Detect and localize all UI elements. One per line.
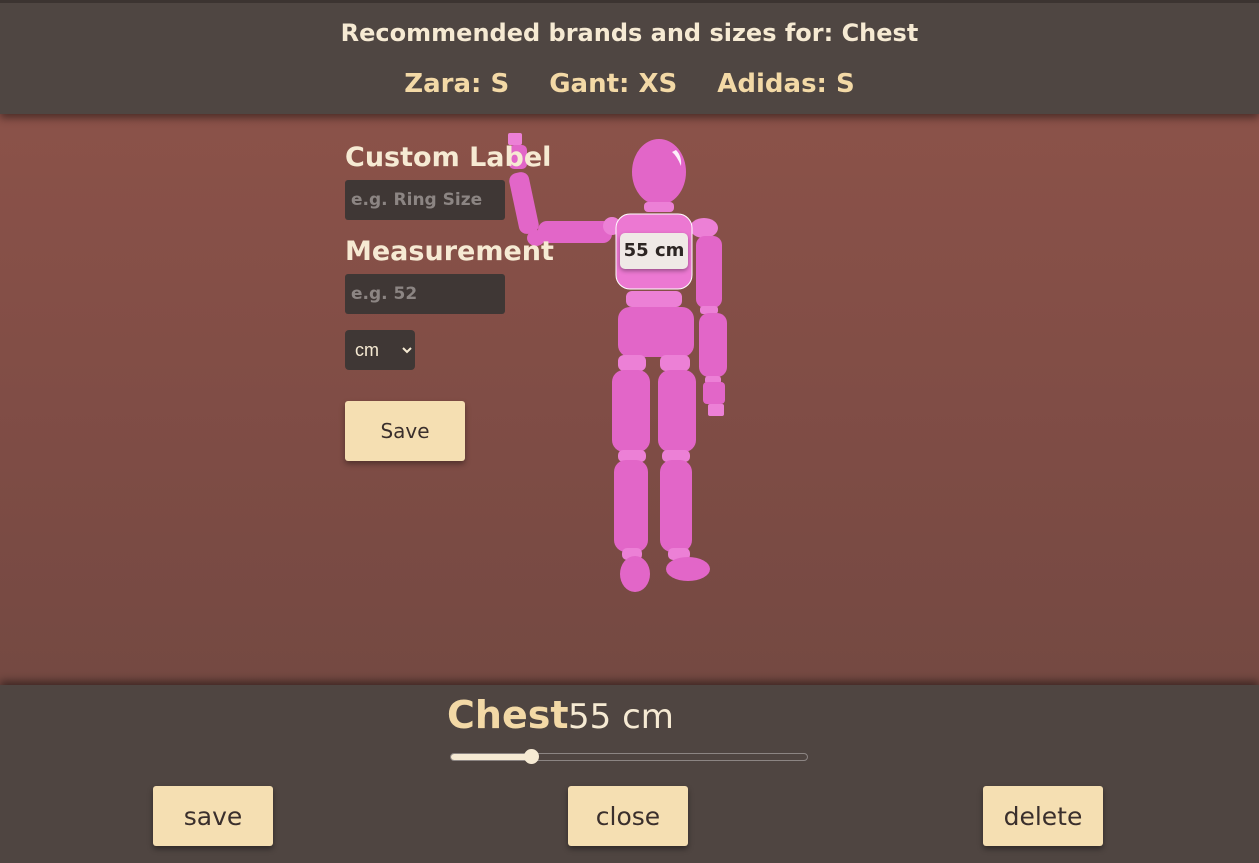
brand-size-item: Zara: S: [404, 69, 510, 99]
custom-label-heading: Custom Label: [345, 142, 552, 173]
slider-fill: [451, 754, 532, 760]
mannequin-shin-right: [660, 460, 692, 552]
measurement-slider[interactable]: [450, 749, 808, 764]
measurement-value: 55 cm: [568, 697, 674, 737]
mannequin-thigh-right: [658, 370, 696, 452]
mannequin-head: [632, 139, 686, 205]
measurement-heading: Measurement: [345, 236, 554, 267]
delete-button[interactable]: delete: [983, 786, 1103, 846]
measurement-name: Chest: [447, 693, 569, 737]
custom-measurement-form: Custom Label Measurement cm Save: [345, 142, 565, 461]
mannequin-thigh-left: [612, 370, 650, 452]
brand-size-item: Adidas: S: [717, 69, 855, 99]
mannequin-hips: [618, 307, 694, 357]
mannequin-forearm: [699, 313, 727, 377]
mannequin-shin-left: [614, 460, 648, 552]
measurement-panel: Chest 55 cm save close delete: [0, 685, 1259, 863]
save-custom-button[interactable]: Save: [345, 401, 465, 461]
unit-select[interactable]: cm: [345, 330, 415, 370]
save-button[interactable]: save: [153, 786, 273, 846]
slider-thumb[interactable]: [524, 749, 540, 764]
measurement-input[interactable]: [345, 274, 505, 314]
mannequin-waist: [626, 291, 682, 307]
brand-size-item: Gant: XS: [549, 69, 678, 99]
mannequin-hand: [703, 382, 725, 404]
mannequin-neck: [644, 202, 674, 212]
close-button[interactable]: close: [568, 786, 688, 846]
mannequin-upper-arm: [696, 236, 722, 308]
custom-label-input[interactable]: [345, 180, 505, 220]
brand-size-list: Zara: S Gant: XS Adidas: S: [0, 69, 1259, 99]
mannequin-foot-right: [666, 557, 710, 581]
measurement-tag[interactable]: 55 cm: [620, 233, 688, 269]
recommendations-header: Recommended brands and sizes for: Chest …: [0, 0, 1259, 114]
recommendations-title: Recommended brands and sizes for: Chest: [340, 19, 919, 47]
mannequin-foot-left: [620, 556, 650, 592]
